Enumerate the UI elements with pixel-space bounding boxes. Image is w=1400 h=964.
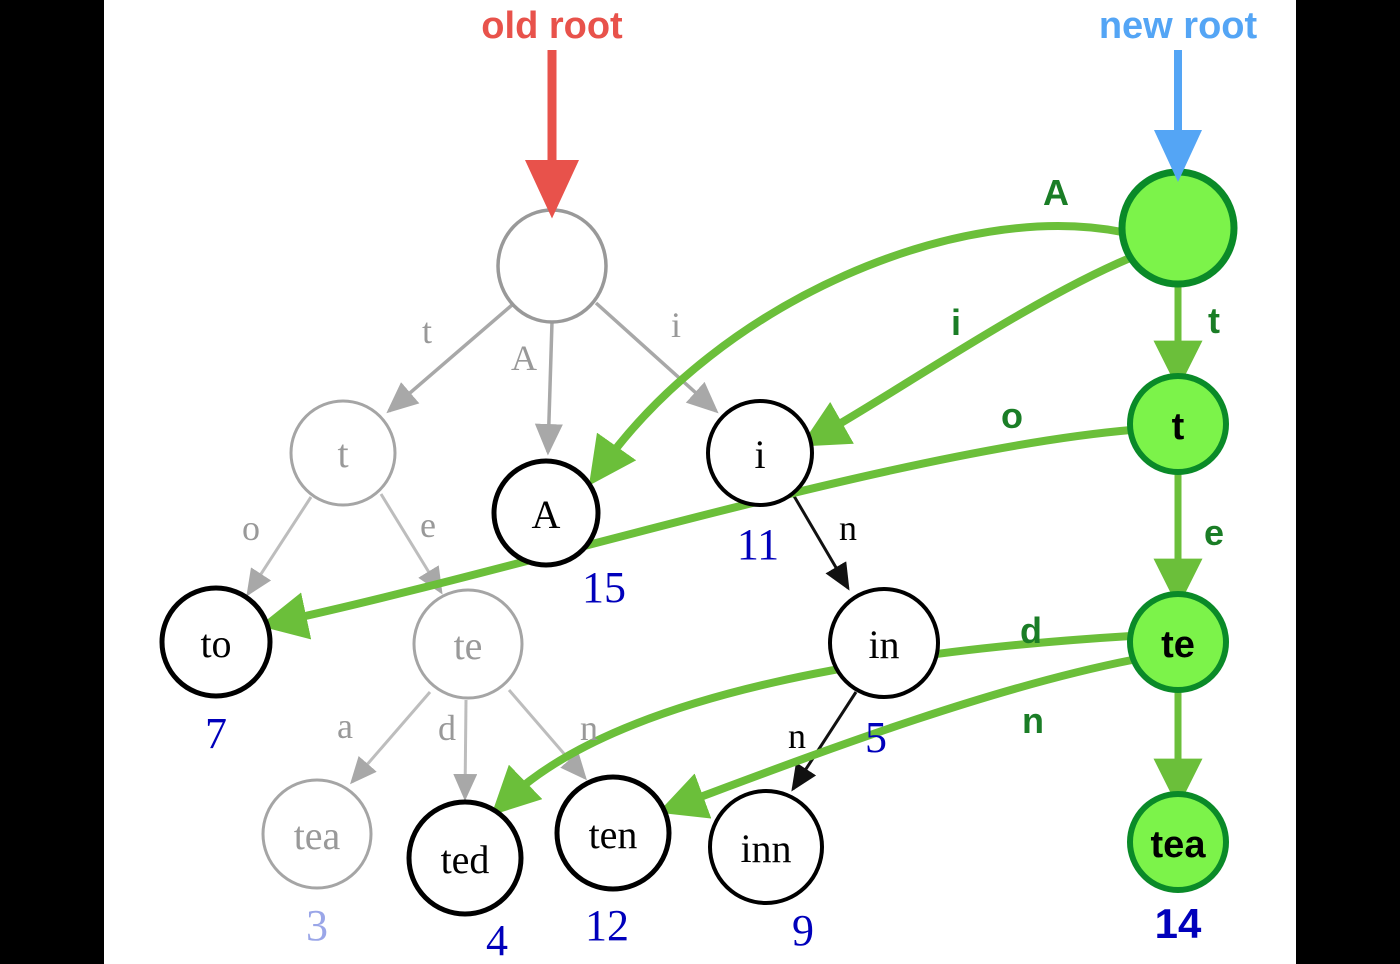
node-A[interactable]: A — [491, 458, 601, 568]
node-to[interactable]: to — [159, 585, 273, 699]
edge-root-i — [594, 301, 719, 414]
edge-label-te-ted: d — [438, 708, 456, 748]
node-label: tea — [1151, 824, 1207, 866]
node-new-t[interactable]: t — [1127, 373, 1229, 475]
count-i: 11 — [737, 520, 779, 569]
count-ten: 12 — [585, 901, 629, 950]
node-new-root[interactable] — [1118, 168, 1238, 288]
node-t[interactable]: t — [289, 399, 397, 507]
edge-label-cross-d: d — [1020, 610, 1042, 651]
node-label: in — [868, 622, 899, 667]
edge-te-ted — [453, 699, 478, 801]
edge-label-t-to: o — [242, 508, 260, 548]
edge-label-newt-te: e — [1204, 512, 1224, 553]
node-in[interactable]: in — [828, 587, 940, 699]
node-old-root[interactable] — [496, 208, 608, 324]
node-label: i — [754, 432, 765, 477]
edge-label-in-inn: n — [788, 716, 806, 756]
edge-label-root-t: t — [422, 311, 432, 351]
new-root-label: new root — [1099, 5, 1258, 47]
node-inn[interactable]: inn — [708, 789, 824, 905]
old-tree-nodes: t A i to te in tea ted ten inn — [159, 208, 940, 917]
node-label: tea — [294, 813, 341, 858]
node-label: t — [1172, 406, 1185, 448]
cross-edge-i — [800, 254, 1132, 447]
node-tea[interactable]: tea — [261, 778, 373, 890]
edge-label-cross-i: i — [951, 302, 961, 343]
cross-edge-A — [588, 222, 1123, 486]
old-root-label: old root — [481, 5, 623, 47]
count-to: 7 — [205, 709, 227, 758]
edge-label-cross-A: A — [1043, 172, 1069, 213]
node-new-te[interactable]: te — [1127, 591, 1229, 693]
edge-label-te-tea: a — [337, 706, 353, 746]
edge-label-root-A: A — [511, 338, 537, 378]
edge-label-cross-n: n — [1022, 700, 1044, 741]
node-i[interactable]: i — [706, 399, 814, 507]
count-in: 5 — [865, 713, 887, 762]
edge-te-tea — [350, 691, 432, 785]
edge-root-t — [386, 303, 514, 414]
node-label: ten — [589, 812, 638, 857]
trie-diagram-svg: t A i to te in tea ted ten inn t A i o e… — [159, 5, 1258, 964]
count-tea: 3 — [306, 901, 328, 950]
edge-label-t-te: e — [420, 505, 436, 545]
diagram-root: t A i to te in tea ted ten inn t A i o e… — [0, 0, 1400, 964]
node-te[interactable]: te — [412, 588, 524, 700]
node-label: te — [454, 623, 483, 668]
node-label: te — [1161, 624, 1195, 666]
node-label: to — [200, 621, 231, 666]
count-inn: 9 — [792, 906, 814, 955]
edge-label-root-i: i — [671, 305, 681, 345]
count-new-tea: 14 — [1155, 900, 1202, 947]
node-ted[interactable]: ted — [406, 799, 524, 917]
count-A: 15 — [582, 563, 626, 612]
annotation-arrows — [525, 50, 1202, 219]
annotation-titles: old root new root — [481, 5, 1257, 47]
node-label: ted — [441, 837, 490, 882]
edge-root-A — [534, 321, 563, 456]
edge-label-te-ten: n — [580, 708, 598, 748]
cross-edge-o — [259, 426, 1132, 640]
count-ted: 4 — [486, 916, 508, 964]
node-label: t — [337, 431, 348, 476]
node-ten[interactable]: ten — [554, 774, 672, 892]
node-new-tea[interactable]: tea — [1127, 791, 1229, 893]
node-label: inn — [740, 826, 791, 871]
edge-label-i-in: n — [839, 508, 857, 548]
edge-label-cross-o: o — [1001, 395, 1023, 436]
node-label: A — [532, 492, 561, 537]
edge-label-newroot-t: t — [1208, 300, 1220, 341]
